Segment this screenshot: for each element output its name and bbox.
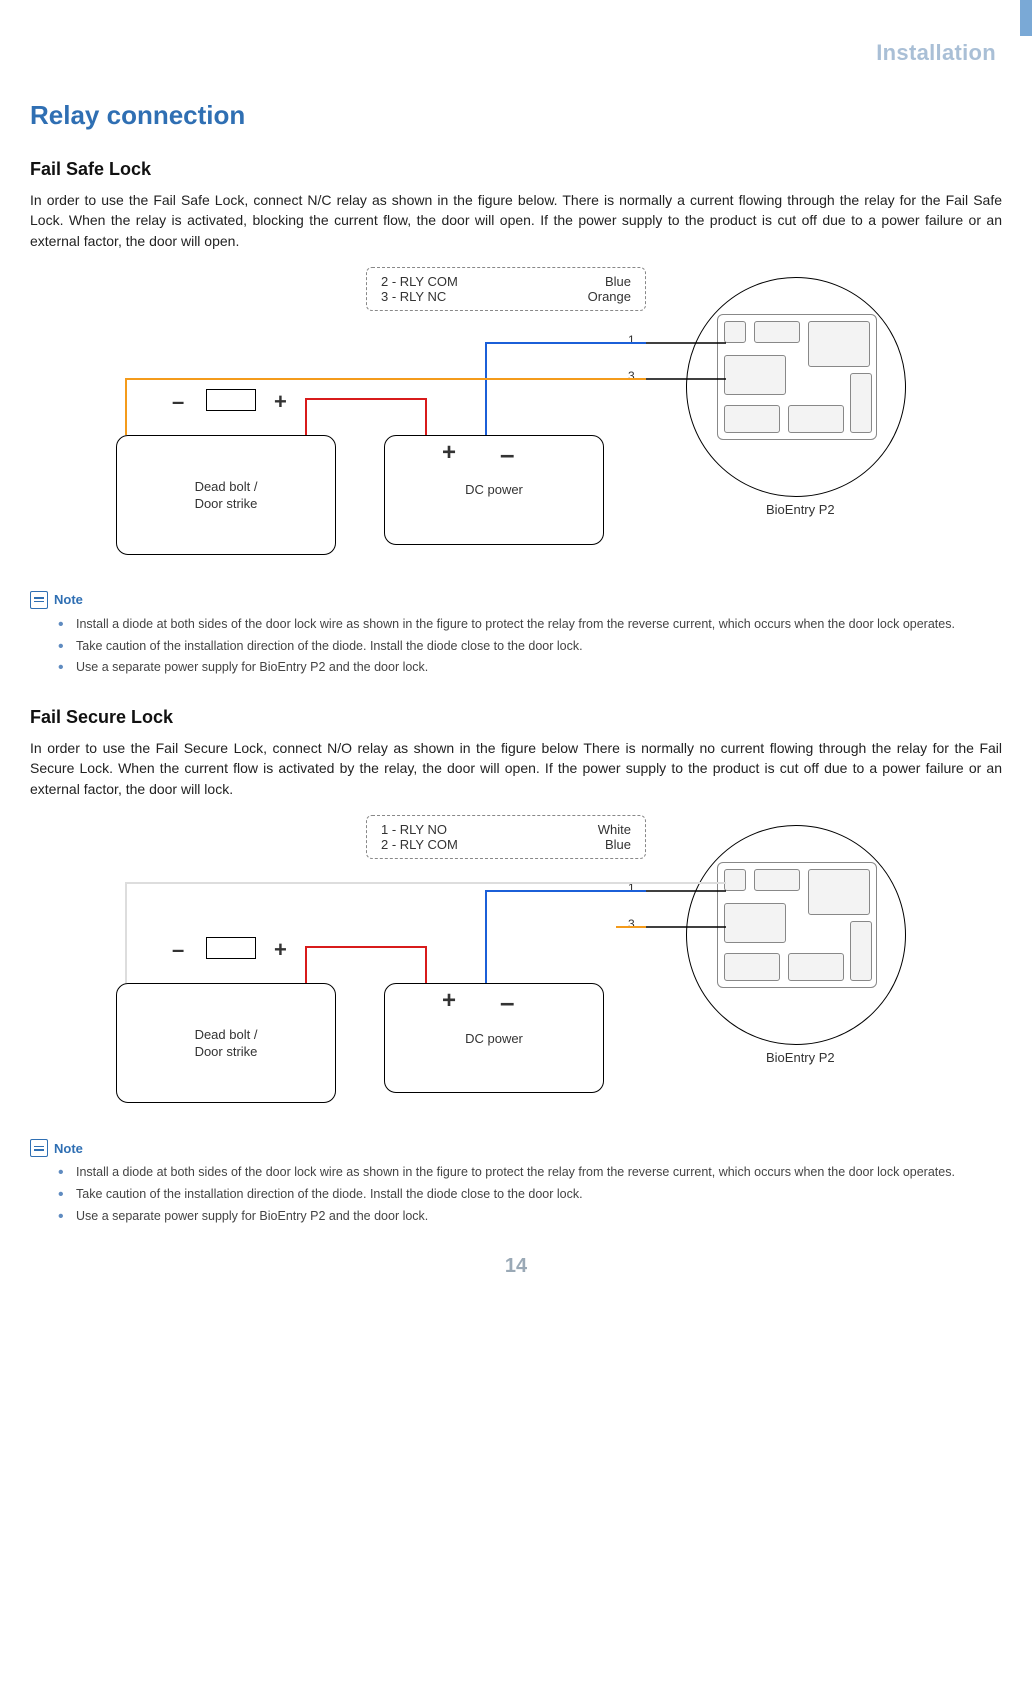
minus-icon: –: [172, 937, 184, 963]
note-block: Note Install a diode at both sides of th…: [30, 591, 1002, 677]
minus-icon: –: [500, 987, 514, 1018]
diode-icon: [206, 937, 256, 959]
note-label: Note: [54, 592, 83, 607]
fail-safe-title: Fail Safe Lock: [30, 159, 1002, 180]
plus-icon: +: [274, 937, 287, 963]
note-item: Use a separate power supply for BioEntry…: [58, 658, 1002, 677]
note-item: Take caution of the installation directi…: [58, 1185, 1002, 1204]
dc-power-label: DC power: [465, 1031, 523, 1046]
deadbolt-label2: Door strike: [195, 496, 258, 511]
dc-power-label: DC power: [465, 482, 523, 497]
deadbolt-label2: Door strike: [195, 1044, 258, 1059]
plus-icon: +: [442, 439, 456, 467]
fail-safe-diagram: 2 - RLY COMBlue 3 - RLY NCOrange BioEntr…: [106, 267, 926, 567]
plus-icon: +: [442, 987, 456, 1015]
note-block: Note Install a diode at both sides of th…: [30, 1139, 1002, 1225]
plus-icon: +: [274, 389, 287, 415]
diode-icon: [206, 389, 256, 411]
note-icon: [30, 591, 48, 609]
fail-secure-diagram: 1 - RLY NOWhite 2 - RLY COMBlue BioEntry…: [106, 815, 926, 1115]
note-item: Take caution of the installation directi…: [58, 637, 1002, 656]
fail-secure-title: Fail Secure Lock: [30, 707, 1002, 728]
fail-safe-body: In order to use the Fail Safe Lock, conn…: [30, 190, 1002, 251]
note-icon: [30, 1139, 48, 1157]
fail-secure-body: In order to use the Fail Secure Lock, co…: [30, 738, 1002, 799]
deadbolt-label: Dead bolt /: [195, 479, 258, 494]
minus-icon: –: [172, 389, 184, 415]
dc-power-box: DC power: [384, 435, 604, 545]
deadbolt-label: Dead bolt /: [195, 1027, 258, 1042]
note-list: Install a diode at both sides of the doo…: [30, 1163, 1002, 1225]
deadbolt-box: Dead bolt / Door strike: [116, 983, 336, 1103]
edge-tab: [1020, 0, 1032, 36]
header-section-label: Installation: [30, 40, 1002, 66]
note-item: Use a separate power supply for BioEntry…: [58, 1207, 1002, 1226]
page-number: 14: [30, 1255, 1002, 1278]
note-list: Install a diode at both sides of the doo…: [30, 615, 1002, 677]
deadbolt-box: Dead bolt / Door strike: [116, 435, 336, 555]
note-item: Install a diode at both sides of the doo…: [58, 615, 1002, 634]
note-label: Note: [54, 1141, 83, 1156]
note-item: Install a diode at both sides of the doo…: [58, 1163, 1002, 1182]
minus-icon: –: [500, 439, 514, 470]
dc-power-box: DC power: [384, 983, 604, 1093]
page-title: Relay connection: [30, 100, 1002, 131]
